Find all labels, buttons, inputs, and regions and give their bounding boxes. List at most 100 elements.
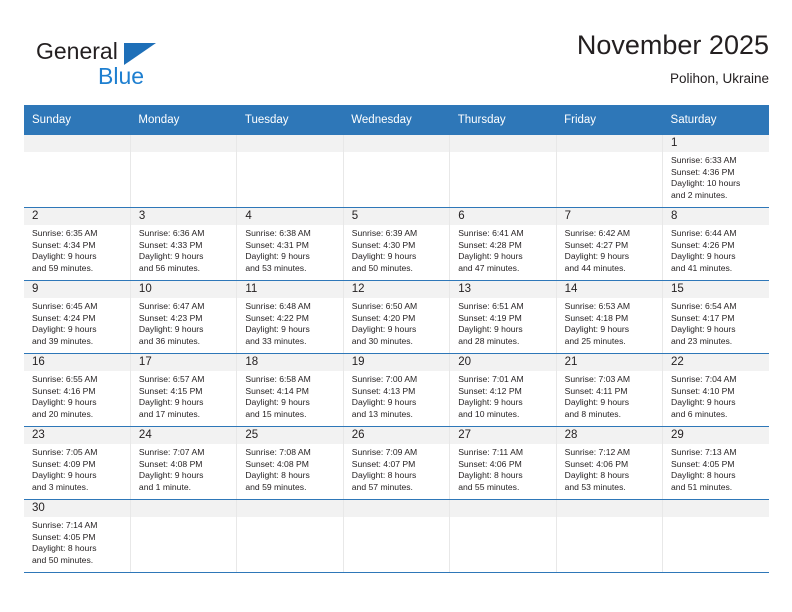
day-number: 16: [24, 354, 130, 371]
day-sun-info-line: Sunrise: 6:50 AM: [351, 301, 418, 311]
day-sun-info-line: and 59 minutes.: [245, 481, 307, 492]
day-number: 12: [343, 281, 450, 298]
day-sun-info-line: Daylight: 10 hours: [671, 178, 741, 189]
day-sun-info-line: Daylight: 9 hours: [564, 324, 630, 335]
calendar-day-cell[interactable]: 7 Sunrise: 6:42 AM Sunset: 4:27 PM Daylight…: [556, 207, 664, 281]
day-sun-info-line: Sunset: 4:11 PM: [564, 385, 628, 396]
day-sun-info-line: Daylight: 9 hours: [138, 324, 204, 335]
day-sun-info: Sunrise: 6:51 AM Sunset: 4:19 PM Daylight:…: [450, 298, 555, 347]
calendar-day-cell[interactable]: 5 Sunrise: 6:39 AM Sunset: 4:30 PM Daylight…: [343, 207, 451, 281]
day-sun-info-line: and 2 minutes.: [671, 189, 728, 200]
day-sun-info-line: and 55 minutes.: [458, 481, 520, 492]
day-sun-info-line: Sunrise: 7:04 AM: [671, 374, 737, 384]
calendar-day-cell-empty: [449, 135, 557, 208]
calendar-day-cell[interactable]: 13 Sunrise: 6:51 AM Sunset: 4:19 PM Dayligh…: [449, 280, 557, 354]
day-sun-info-line: Sunset: 4:22 PM: [245, 312, 309, 323]
day-number: 1: [663, 135, 769, 152]
calendar-day-cell-empty: [343, 499, 451, 573]
calendar-day-cell[interactable]: 8 Sunrise: 6:44 AM Sunset: 4:26 PM Daylight…: [662, 207, 769, 281]
day-number: [343, 500, 450, 517]
day-sun-info-line: Sunrise: 6:58 AM: [245, 374, 311, 384]
general-blue-logo[interactable]: General Blue: [36, 38, 236, 98]
calendar-day-cell[interactable]: 19 Sunrise: 7:00 AM Sunset: 4:13 PM Dayligh…: [343, 353, 451, 427]
day-sun-info: Sunrise: 6:50 AM Sunset: 4:20 PM Daylight:…: [344, 298, 449, 347]
day-sun-info-line: Sunrise: 7:03 AM: [564, 374, 631, 384]
calendar-day-cell[interactable]: 20 Sunrise: 7:01 AM Sunset: 4:12 PM Dayligh…: [449, 353, 557, 427]
day-sun-info-line: Daylight: 9 hours: [138, 470, 204, 481]
day-sun-info-line: Sunset: 4:36 PM: [671, 166, 735, 177]
day-number: 15: [663, 281, 769, 298]
calendar-day-cell[interactable]: 11 Sunrise: 6:48 AM Sunset: 4:22 PM Dayligh…: [236, 280, 344, 354]
calendar-day-cell[interactable]: 22 Sunrise: 7:04 AM Sunset: 4:10 PM Dayligh…: [662, 353, 769, 427]
day-sun-info-line: Daylight: 8 hours: [671, 470, 736, 481]
calendar-day-cell[interactable]: 17 Sunrise: 6:57 AM Sunset: 4:15 PM Dayligh…: [130, 353, 238, 427]
calendar-day-cell[interactable]: 28 Sunrise: 7:12 AM Sunset: 4:06 PM Dayligh…: [556, 426, 664, 500]
day-sun-info: Sunrise: 7:01 AM Sunset: 4:12 PM Daylight:…: [450, 371, 555, 420]
calendar-day-cell[interactable]: 24 Sunrise: 7:07 AM Sunset: 4:08 PM Dayligh…: [130, 426, 238, 500]
day-sun-info: Sunrise: 6:39 AM Sunset: 4:30 PM Daylight:…: [344, 225, 449, 274]
day-sun-info: Sunrise: 7:05 AM Sunset: 4:09 PM Daylight:…: [24, 444, 130, 493]
day-sun-info-line: Sunset: 4:08 PM: [245, 458, 309, 469]
day-sun-info: Sunrise: 7:03 AM Sunset: 4:11 PM Daylight:…: [557, 371, 662, 420]
day-sun-info-line: Sunset: 4:23 PM: [138, 312, 203, 323]
title-block: November 2025 Polihon, Ukraine: [577, 28, 769, 89]
day-sun-info-line: and 15 minutes.: [245, 408, 307, 419]
calendar-day-cell[interactable]: 30 Sunrise: 7:14 AM Sunset: 4:05 PM Dayligh…: [24, 499, 131, 573]
day-sun-info-line: Sunrise: 6:53 AM: [564, 301, 631, 311]
calendar-day-cell-empty: [24, 135, 131, 208]
calendar-day-cell[interactable]: 23 Sunrise: 7:05 AM Sunset: 4:09 PM Dayligh…: [24, 426, 131, 500]
day-sun-info-line: Sunset: 4:06 PM: [458, 458, 522, 469]
weekday-header-sunday: Sunday: [24, 105, 131, 135]
calendar-day-cell[interactable]: 10 Sunrise: 6:47 AM Sunset: 4:23 PM Dayligh…: [130, 280, 238, 354]
day-sun-info-line: Daylight: 9 hours: [32, 470, 97, 481]
day-sun-info-line: and 17 minutes.: [138, 408, 201, 419]
day-sun-info-line: Daylight: 9 hours: [458, 324, 523, 335]
calendar-day-cell[interactable]: 1 Sunrise: 6:33 AM Sunset: 4:36 PM Daylight…: [662, 135, 769, 208]
day-sun-info-line: Sunrise: 6:54 AM: [671, 301, 737, 311]
day-sun-info: Sunrise: 6:55 AM Sunset: 4:16 PM Daylight:…: [24, 371, 130, 420]
day-sun-info-line: Sunrise: 6:51 AM: [458, 301, 524, 311]
calendar-day-cell[interactable]: 4 Sunrise: 6:38 AM Sunset: 4:31 PM Daylight…: [236, 207, 344, 281]
calendar-day-cell[interactable]: 14 Sunrise: 6:53 AM Sunset: 4:18 PM Dayligh…: [556, 280, 664, 354]
calendar-day-cell[interactable]: 9 Sunrise: 6:45 AM Sunset: 4:24 PM Daylight…: [24, 280, 131, 354]
calendar-day-cell[interactable]: 27 Sunrise: 7:11 AM Sunset: 4:06 PM Dayligh…: [449, 426, 557, 500]
weekday-header-monday: Monday: [130, 105, 237, 135]
day-sun-info-line: Daylight: 8 hours: [245, 470, 310, 481]
day-sun-info: Sunrise: 6:41 AM Sunset: 4:28 PM Daylight:…: [450, 225, 555, 274]
calendar-day-cell[interactable]: 21 Sunrise: 7:03 AM Sunset: 4:11 PM Dayligh…: [556, 353, 664, 427]
day-sun-info-line: Sunrise: 7:08 AM: [245, 447, 311, 457]
calendar-day-cell[interactable]: 26 Sunrise: 7:09 AM Sunset: 4:07 PM Dayligh…: [343, 426, 451, 500]
day-sun-info-line: Daylight: 9 hours: [245, 324, 310, 335]
weekday-header-row: Sunday Monday Tuesday Wednesday Thursday…: [24, 105, 769, 135]
calendar-day-cell-empty: [130, 499, 238, 573]
calendar-day-cell[interactable]: 18 Sunrise: 6:58 AM Sunset: 4:14 PM Dayligh…: [236, 353, 344, 427]
calendar-day-cell[interactable]: 12 Sunrise: 6:50 AM Sunset: 4:20 PM Dayligh…: [343, 280, 451, 354]
day-sun-info-line: Sunset: 4:24 PM: [32, 312, 96, 323]
calendar-day-cell[interactable]: 29 Sunrise: 7:13 AM Sunset: 4:05 PM Dayligh…: [662, 426, 769, 500]
calendar-day-cell[interactable]: 2 Sunrise: 6:35 AM Sunset: 4:34 PM Daylight…: [24, 207, 131, 281]
calendar-page: General Blue November 2025 Polihon, Ukra…: [0, 0, 792, 612]
calendar-day-cell[interactable]: 25 Sunrise: 7:08 AM Sunset: 4:08 PM Dayligh…: [236, 426, 344, 500]
day-sun-info-line: Sunrise: 7:12 AM: [564, 447, 631, 457]
day-sun-info-line: Daylight: 9 hours: [351, 324, 417, 335]
day-sun-info-line: Daylight: 8 hours: [32, 543, 97, 554]
page-title: November 2025: [576, 30, 769, 60]
calendar-day-cell[interactable]: 15 Sunrise: 6:54 AM Sunset: 4:17 PM Dayligh…: [662, 280, 769, 354]
calendar-day-cell[interactable]: 3 Sunrise: 6:36 AM Sunset: 4:33 PM Daylight…: [130, 207, 238, 281]
day-sun-info-line: Sunset: 4:05 PM: [671, 458, 735, 469]
day-number: [130, 135, 237, 152]
day-sun-info-line: and 1 minute.: [138, 481, 191, 492]
day-sun-info-line: Sunset: 4:33 PM: [138, 239, 203, 250]
day-number: 20: [450, 354, 556, 371]
day-number: [343, 135, 450, 152]
calendar-day-cell-empty: [130, 135, 238, 208]
calendar-week-row: 30 Sunrise: 7:14 AM Sunset: 4:05 PM Dayligh…: [24, 499, 769, 573]
calendar-day-cell[interactable]: 6 Sunrise: 6:41 AM Sunset: 4:28 PM Daylight…: [449, 207, 557, 281]
day-number: [556, 135, 663, 152]
day-number: 14: [556, 281, 663, 298]
day-sun-info: Sunrise: 6:38 AM Sunset: 4:31 PM Daylight:…: [237, 225, 342, 274]
day-sun-info-line: Daylight: 9 hours: [138, 397, 204, 408]
day-number: 30: [24, 500, 130, 517]
calendar-day-cell[interactable]: 16 Sunrise: 6:55 AM Sunset: 4:16 PM Dayligh…: [24, 353, 131, 427]
day-number: 6: [450, 208, 556, 225]
